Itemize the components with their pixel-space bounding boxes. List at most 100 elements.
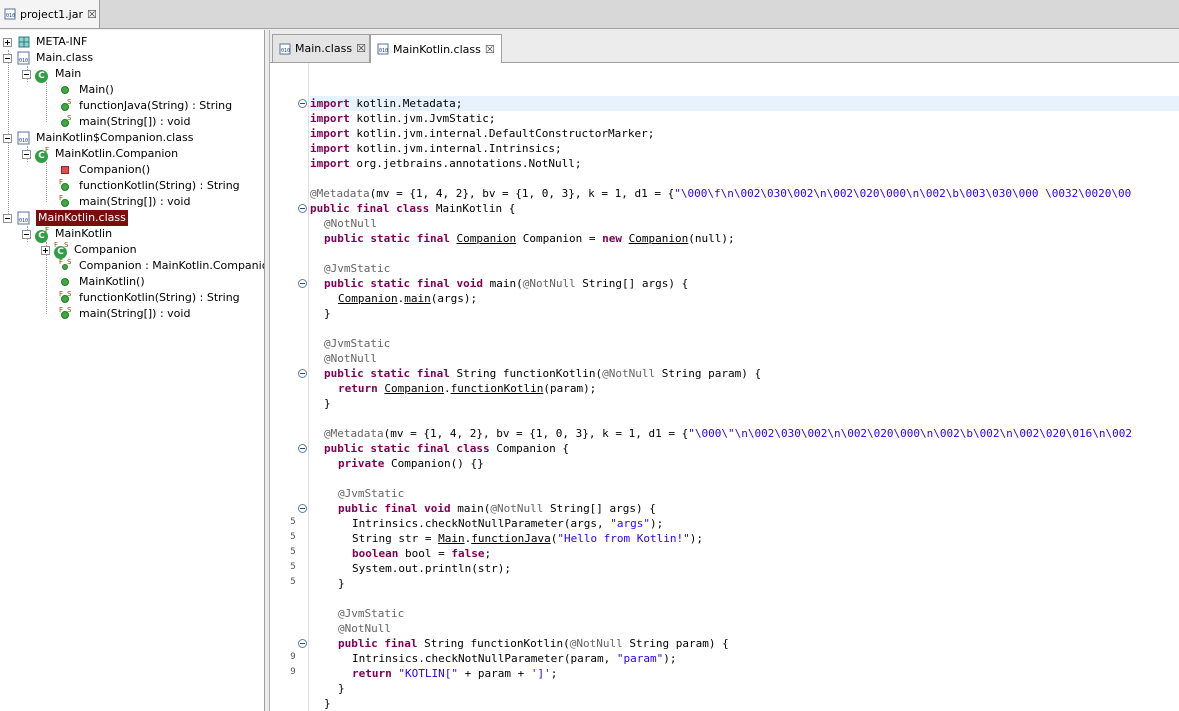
svg-text:010: 010	[281, 48, 290, 54]
tree-label: Companion()	[79, 163, 151, 176]
code-line: public static final String functionKotli…	[324, 367, 762, 380]
code-line: }	[338, 682, 345, 695]
fold-icon[interactable]	[298, 204, 307, 213]
static-field-icon: FS	[59, 259, 75, 273]
code-line: import org.jetbrains.annotations.NotNull…	[310, 157, 582, 170]
tree-label: Main()	[79, 83, 114, 96]
fold-icon[interactable]	[298, 99, 307, 108]
svg-text:010: 010	[6, 13, 15, 19]
package-icon	[16, 35, 32, 49]
tab-label: Main.class	[295, 42, 353, 55]
code-line: @JvmStatic	[338, 487, 405, 500]
fold-icon[interactable]	[298, 504, 307, 513]
tree-item-main-function-java[interactable]: S functionJava(String) : String	[59, 98, 232, 114]
svg-text:010: 010	[19, 218, 28, 224]
class-icon: C	[35, 67, 51, 83]
expand-icon[interactable]	[41, 245, 50, 255]
tab-mainkotlin-class[interactable]: 010 MainKotlin.class ☒	[370, 34, 502, 63]
close-icon[interactable]: ☒	[356, 42, 366, 55]
editor-pane: 010 Main.class ☒ 010 MainKotlin.class ☒ …	[270, 30, 1179, 711]
tree-label: functionJava(String) : String	[79, 99, 233, 112]
code-editor[interactable]: 5 5 5 5 5 9 9 import kotlin.Metadata; im…	[270, 63, 1179, 711]
tree-item-mk-function-kotlin[interactable]: FS functionKotlin(String) : String	[59, 290, 240, 306]
class-file-icon: 010	[377, 43, 389, 55]
collapse-icon[interactable]	[3, 213, 12, 223]
code-line: System.out.println(str);	[352, 562, 511, 575]
tree-label: Companion	[74, 243, 137, 256]
line-number: 5	[290, 517, 296, 527]
code-line: @NotNull	[324, 352, 377, 365]
tree-item-meta-inf[interactable]: META-INF	[3, 34, 87, 50]
tree-label: META-INF	[36, 35, 88, 48]
editor-gutter: 5 5 5 5 5 9 9	[270, 63, 309, 711]
tree-item-mainkotlin-class[interactable]: 010 MainKotlin.class	[3, 210, 128, 226]
code-line: }	[324, 697, 331, 710]
code-line: }	[324, 307, 331, 320]
tree-label: Companion : MainKotlin.Companion	[79, 259, 265, 272]
code-line: @Metadata(mv = {1, 4, 2}, bv = {1, 0, 3}…	[310, 187, 1132, 200]
class-file-icon: 010	[16, 131, 32, 145]
fold-icon[interactable]	[298, 444, 307, 453]
tab-project1-jar[interactable]: 010 project1.jar ☒	[0, 0, 100, 28]
close-icon[interactable]: ☒	[87, 8, 97, 21]
code-line: import kotlin.jvm.JvmStatic;	[310, 112, 496, 125]
line-number: 9	[290, 652, 296, 662]
code-line: String str = Main.functionJava("Hello fr…	[352, 532, 704, 545]
tree-item-main-ctor[interactable]: Main()	[59, 82, 114, 98]
class-icon: CFS	[54, 241, 69, 259]
tree-item-main-main[interactable]: S main(String[]) : void	[59, 114, 190, 130]
tree-item-companion-function-kotlin[interactable]: F functionKotlin(String) : String	[59, 178, 240, 194]
fold-icon[interactable]	[298, 279, 307, 288]
collapse-icon[interactable]	[22, 69, 31, 79]
tree-label: Main	[55, 67, 82, 80]
code-line: }	[324, 397, 331, 410]
tree-item-companion-class[interactable]: 010 MainKotlin$Companion.class	[3, 130, 193, 146]
tree-guide	[46, 162, 47, 202]
fold-icon[interactable]	[298, 639, 307, 648]
final-method-icon: F	[59, 195, 75, 209]
code-line: private Companion() {}	[338, 457, 484, 470]
editor-tab-bar: 010 Main.class ☒ 010 MainKotlin.class ☒	[270, 30, 1179, 63]
tree-label: MainKotlin$Companion.class	[36, 131, 194, 144]
tree-guide	[46, 82, 47, 122]
class-icon: CF	[35, 147, 51, 163]
code-text[interactable]: import kotlin.Metadata; import kotlin.jv…	[310, 63, 1179, 711]
tree-item-companion-type[interactable]: CF MainKotlin.Companion	[22, 146, 178, 163]
tree-label: main(String[]) : void	[79, 115, 191, 128]
tree-item-mainkotlin[interactable]: CF MainKotlin	[22, 226, 113, 243]
tree-item-mk-main[interactable]: FS main(String[]) : void	[59, 306, 190, 322]
code-line: @JvmStatic	[338, 607, 405, 620]
line-number: 5	[290, 547, 296, 557]
code-line: import kotlin.jvm.internal.Intrinsics;	[310, 142, 562, 155]
collapse-icon[interactable]	[22, 149, 31, 159]
collapse-icon[interactable]	[3, 133, 12, 143]
line-number: 5	[290, 562, 296, 572]
svg-text:010: 010	[19, 58, 28, 64]
tree-item-companion-main[interactable]: F main(String[]) : void	[59, 194, 190, 210]
public-method-icon	[59, 83, 75, 97]
code-line: boolean bool = false;	[352, 547, 492, 560]
close-icon[interactable]: ☒	[485, 43, 495, 56]
tree-label: MainKotlin()	[79, 275, 145, 288]
code-line: return "KOTLIN[" + param + ']';	[352, 667, 558, 680]
line-number: 5	[290, 532, 296, 542]
code-line: Intrinsics.checkNotNullParameter(args, "…	[352, 517, 664, 530]
code-line: public final void main(@NotNull String[]…	[338, 502, 656, 515]
code-line: @NotNull	[324, 217, 377, 230]
tree-item-companion-ctor[interactable]: Companion()	[59, 162, 150, 178]
tree-item-main-class[interactable]: 010 Main.class	[3, 50, 93, 66]
fold-icon[interactable]	[298, 369, 307, 378]
expand-icon[interactable]	[3, 37, 12, 47]
collapse-icon[interactable]	[22, 229, 31, 239]
tree-item-mk-companion-field[interactable]: FS Companion : MainKotlin.Companion	[59, 258, 265, 274]
tree-item-mk-ctor[interactable]: MainKotlin()	[59, 274, 145, 290]
code-line: Intrinsics.checkNotNullParameter(param, …	[352, 652, 677, 665]
collapse-icon[interactable]	[3, 53, 12, 63]
tree-item-main[interactable]: C Main	[22, 66, 82, 83]
tree-label: Main.class	[36, 51, 94, 64]
code-line: public static final class Companion {	[324, 442, 570, 455]
tree-item-mk-companion[interactable]: CFS Companion	[41, 241, 137, 259]
tree-label: MainKotlin	[55, 227, 113, 240]
tab-main-class[interactable]: 010 Main.class ☒	[272, 34, 370, 62]
tab-label: project1.jar	[20, 7, 83, 21]
